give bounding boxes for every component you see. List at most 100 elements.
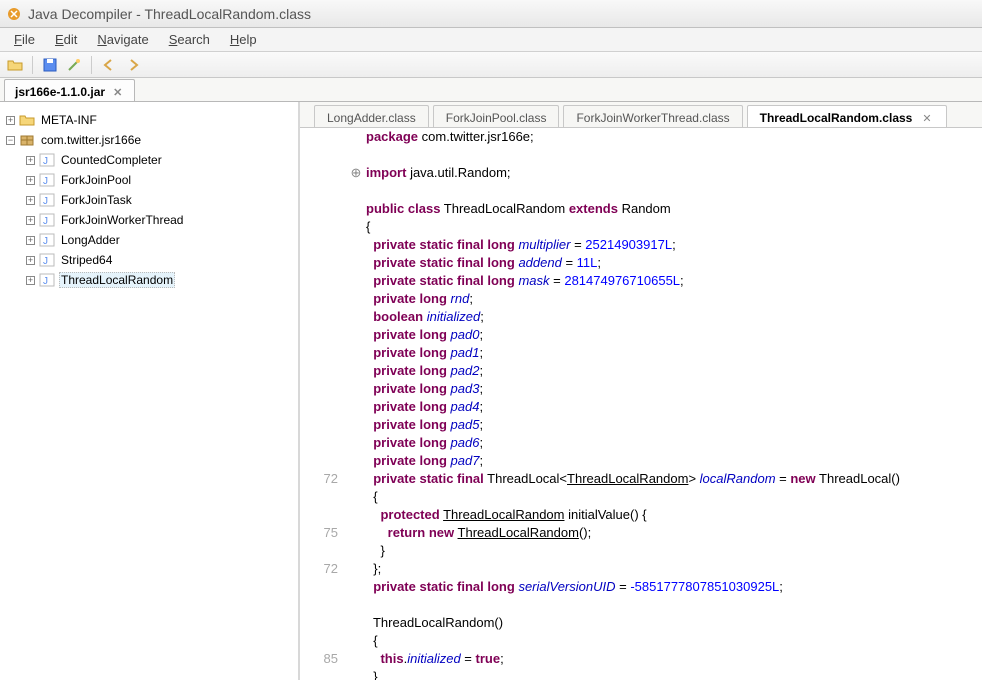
- class-file-icon: J: [39, 192, 55, 208]
- code-line[interactable]: boolean initialized;: [366, 308, 972, 326]
- editor-tab[interactable]: ThreadLocalRandom.class✕: [747, 105, 947, 127]
- tree-node-package[interactable]: − com.twitter.jsr166e: [2, 130, 296, 150]
- fold-marker: [346, 470, 366, 488]
- line-number: 85: [300, 650, 338, 668]
- code-line[interactable]: };: [366, 560, 972, 578]
- code-line[interactable]: private long rnd;: [366, 290, 972, 308]
- fold-marker: [346, 452, 366, 470]
- class-file-icon: J: [39, 252, 55, 268]
- expand-icon[interactable]: +: [26, 276, 35, 285]
- tree-label: Striped64: [59, 252, 114, 268]
- fold-marker[interactable]: ⊕: [346, 164, 366, 182]
- code-line[interactable]: return new ThreadLocalRandom();: [366, 524, 972, 542]
- code-line[interactable]: package com.twitter.jsr166e;: [366, 128, 972, 146]
- code-line[interactable]: private long pad3;: [366, 380, 972, 398]
- forward-arrow-icon[interactable]: [124, 56, 142, 74]
- code-area[interactable]: 7275728594 ⊕ package com.twitter.jsr166e…: [300, 128, 982, 680]
- fold-marker: [346, 308, 366, 326]
- tree-node-class[interactable]: +JCountedCompleter: [2, 150, 296, 170]
- line-number: [300, 434, 338, 452]
- menu-bar: File Edit Navigate Search Help: [0, 28, 982, 52]
- code-line[interactable]: private long pad0;: [366, 326, 972, 344]
- code-line[interactable]: private static final long multiplier = 2…: [366, 236, 972, 254]
- jar-tab[interactable]: jsr166e-1.1.0.jar ✕: [4, 79, 135, 101]
- code-line[interactable]: private long pad6;: [366, 434, 972, 452]
- fold-marker: [346, 398, 366, 416]
- code-line[interactable]: private static final long addend = 11L;: [366, 254, 972, 272]
- code-line[interactable]: private long pad7;: [366, 452, 972, 470]
- line-number: [300, 488, 338, 506]
- code-line[interactable]: protected ThreadLocalRandom initialValue…: [366, 506, 972, 524]
- menu-navigate[interactable]: Navigate: [87, 29, 158, 50]
- editor-tab[interactable]: ForkJoinPool.class: [433, 105, 560, 127]
- fold-marker: [346, 506, 366, 524]
- code-line[interactable]: import java.util.Random;: [366, 164, 972, 182]
- svg-text:J: J: [43, 176, 48, 187]
- code-line[interactable]: public class ThreadLocalRandom extends R…: [366, 200, 972, 218]
- editor-tab[interactable]: LongAdder.class: [314, 105, 429, 127]
- menu-file[interactable]: File: [4, 29, 45, 50]
- code-line[interactable]: private static final long mask = 2814749…: [366, 272, 972, 290]
- line-number: [300, 344, 338, 362]
- class-file-icon: J: [39, 232, 55, 248]
- code-line[interactable]: {: [366, 632, 972, 650]
- expand-icon[interactable]: +: [26, 196, 35, 205]
- tree-node-class[interactable]: + JStriped64: [2, 250, 296, 270]
- code-line[interactable]: private static final ThreadLocal<ThreadL…: [366, 470, 972, 488]
- open-folder-icon[interactable]: [6, 56, 24, 74]
- close-icon[interactable]: ✕: [920, 112, 933, 125]
- menu-edit[interactable]: Edit: [45, 29, 87, 50]
- expand-icon[interactable]: +: [26, 176, 35, 185]
- editor-tab[interactable]: ForkJoinWorkerThread.class: [563, 105, 742, 127]
- tree-label: ThreadLocalRandom: [59, 272, 175, 288]
- code-line[interactable]: }: [366, 542, 972, 560]
- expand-icon[interactable]: +: [26, 256, 35, 265]
- tree-node-class[interactable]: +JForkJoinWorkerThread: [2, 210, 296, 230]
- package-explorer[interactable]: + META-INF − com.twitter.jsr166e +JCount…: [0, 102, 300, 680]
- tree-node-meta-inf[interactable]: + META-INF: [2, 110, 296, 130]
- expand-icon[interactable]: +: [26, 156, 35, 165]
- expand-icon[interactable]: +: [26, 216, 35, 225]
- main-split: + META-INF − com.twitter.jsr166e +JCount…: [0, 102, 982, 680]
- line-number: [300, 272, 338, 290]
- expand-icon[interactable]: +: [26, 236, 35, 245]
- line-number: [300, 596, 338, 614]
- code-line[interactable]: {: [366, 488, 972, 506]
- code-line[interactable]: private static final long serialVersionU…: [366, 578, 972, 596]
- code-content[interactable]: package com.twitter.jsr166e; import java.…: [366, 128, 982, 680]
- code-line[interactable]: this.initialized = true;: [366, 650, 972, 668]
- code-line[interactable]: }: [366, 668, 972, 680]
- code-line[interactable]: ThreadLocalRandom(): [366, 614, 972, 632]
- wand-icon[interactable]: [65, 56, 83, 74]
- tree-node-class[interactable]: + JThreadLocalRandom: [2, 270, 296, 290]
- line-number: [300, 416, 338, 434]
- tree-node-class[interactable]: +JLongAdder: [2, 230, 296, 250]
- tree-node-class[interactable]: +JForkJoinTask: [2, 190, 296, 210]
- code-line[interactable]: private long pad1;: [366, 344, 972, 362]
- line-number: [300, 308, 338, 326]
- code-line[interactable]: [366, 146, 972, 164]
- code-line[interactable]: private long pad4;: [366, 398, 972, 416]
- menu-help[interactable]: Help: [220, 29, 267, 50]
- line-number: [300, 236, 338, 254]
- line-number: [300, 632, 338, 650]
- code-line[interactable]: private long pad2;: [366, 362, 972, 380]
- close-icon[interactable]: ✕: [111, 86, 124, 99]
- line-number: [300, 254, 338, 272]
- expand-icon[interactable]: +: [6, 116, 15, 125]
- collapse-icon[interactable]: −: [6, 136, 15, 145]
- tree-node-class[interactable]: +JForkJoinPool: [2, 170, 296, 190]
- code-line[interactable]: private long pad5;: [366, 416, 972, 434]
- line-number: [300, 326, 338, 344]
- tree-label: META-INF: [39, 112, 99, 128]
- menu-search[interactable]: Search: [159, 29, 220, 50]
- editor-tab-label: LongAdder.class: [327, 111, 416, 125]
- save-icon[interactable]: [41, 56, 59, 74]
- fold-marker: [346, 128, 366, 146]
- back-arrow-icon[interactable]: [100, 56, 118, 74]
- code-line[interactable]: [366, 596, 972, 614]
- class-file-icon: J: [39, 272, 55, 288]
- code-line[interactable]: {: [366, 218, 972, 236]
- code-line[interactable]: [366, 182, 972, 200]
- line-number: [300, 146, 338, 164]
